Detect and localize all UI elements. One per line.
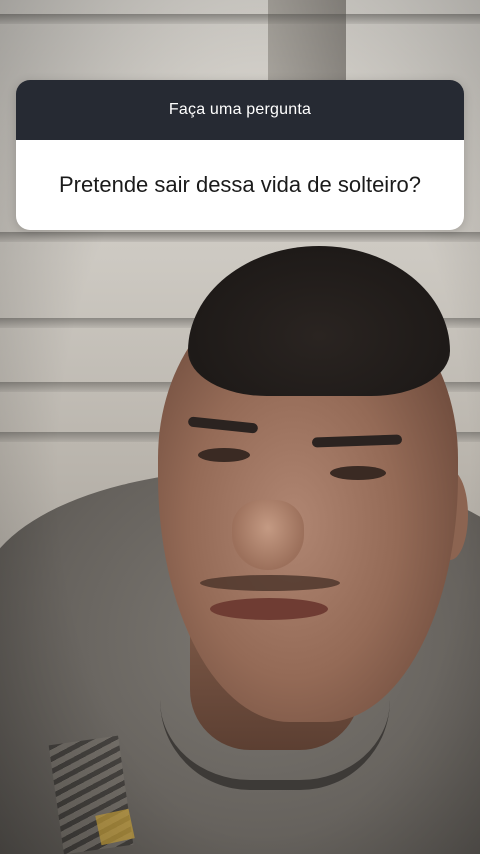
question-text: Pretende sair dessa vida de solteiro? (59, 172, 421, 197)
question-sticker[interactable]: Faça uma pergunta Pretende sair dessa vi… (16, 80, 464, 230)
question-sticker-header-label: Faça uma pergunta (168, 101, 312, 118)
story-viewer[interactable]: Faça uma pergunta Pretende sair dessa vi… (0, 0, 480, 854)
question-sticker-header: Faça uma pergunta (16, 80, 464, 140)
question-sticker-body: Pretende sair dessa vida de solteiro? (16, 140, 464, 230)
